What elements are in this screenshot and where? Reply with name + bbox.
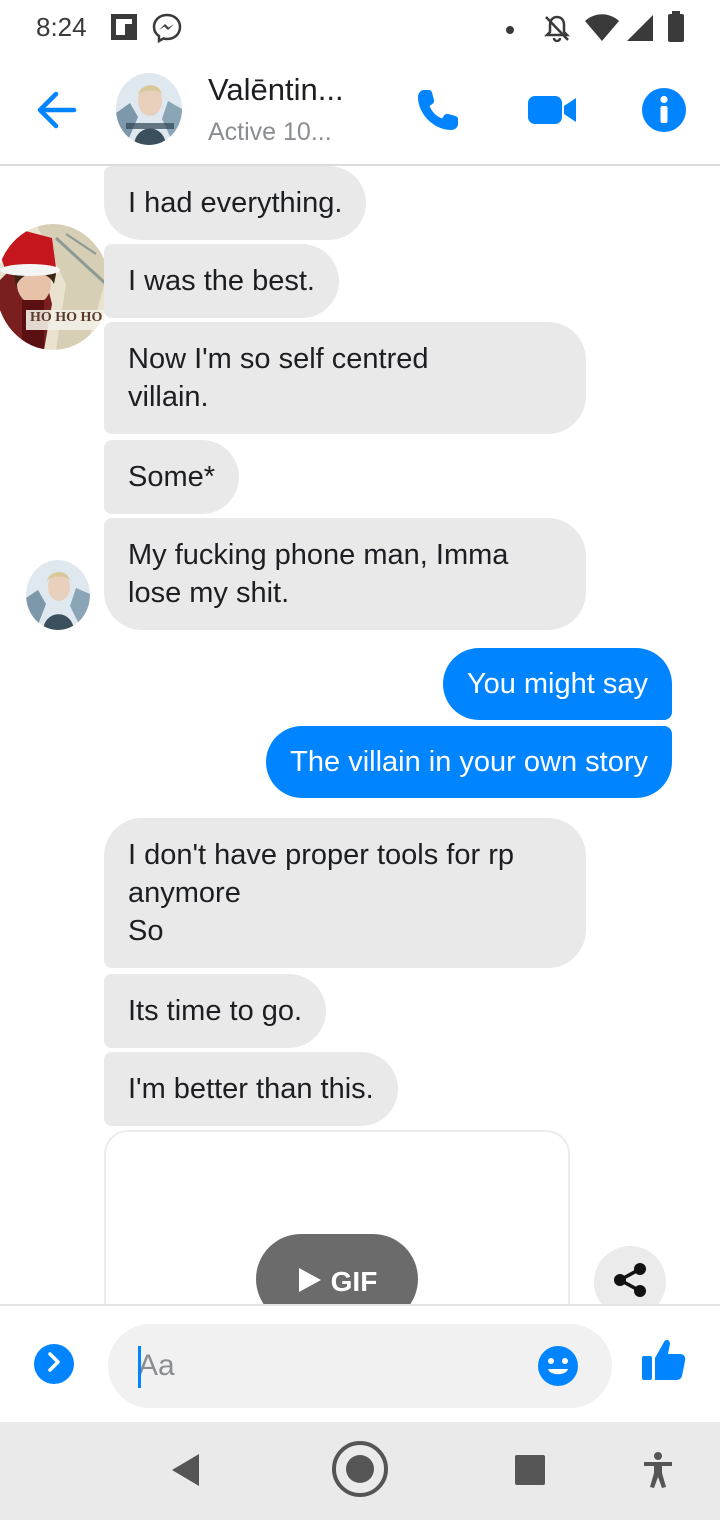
contact-name[interactable]: Valēntin... (208, 72, 368, 108)
conversation-info-button[interactable] (634, 82, 694, 142)
nav-home-button[interactable] (328, 1439, 392, 1503)
accessibility-icon (641, 1451, 675, 1494)
notifications-off-icon (542, 13, 572, 48)
message-input-container[interactable] (108, 1324, 612, 1408)
message-bubble-incoming[interactable]: I was the best. (104, 244, 339, 318)
share-icon (611, 1261, 649, 1304)
message-composer (0, 1304, 720, 1422)
sender-avatar-large[interactable]: HO HO HO (0, 224, 110, 350)
emoji-button[interactable] (536, 1344, 580, 1388)
message-bubble-incoming[interactable]: Its time to go. (104, 974, 327, 1048)
message-bubble-incoming[interactable]: I'm better than this. (104, 1052, 398, 1126)
contact-active-status: Active 10... (208, 118, 332, 146)
nav-back-button[interactable] (156, 1444, 216, 1500)
avatar-overlay-text: HO HO HO (30, 310, 103, 325)
back-button[interactable] (28, 84, 84, 140)
gif-label: GIF (330, 1266, 378, 1297)
back-arrow-icon (34, 90, 78, 135)
flipboard-icon (110, 13, 138, 46)
system-navigation-bar (0, 1422, 720, 1520)
battery-icon (667, 11, 685, 48)
emoji-icon (536, 1346, 580, 1392)
accessibility-button[interactable] (628, 1444, 688, 1500)
messenger-icon (152, 13, 182, 48)
status-time: 8:24 (36, 12, 87, 42)
gif-play-button[interactable]: GIF (256, 1234, 418, 1304)
back-triangle-icon (169, 1452, 203, 1493)
nav-recents-button[interactable] (500, 1444, 560, 1500)
play-icon (297, 1266, 323, 1301)
conversation-header: Valēntin... Active 10... (0, 56, 720, 166)
share-button[interactable] (594, 1246, 666, 1304)
chevron-right-icon (44, 1351, 64, 1378)
contact-avatar[interactable] (116, 73, 182, 145)
signal-icon (626, 13, 654, 48)
status-bar: 8:24 (0, 0, 720, 56)
dot-icon (505, 22, 515, 40)
message-input[interactable] (138, 1324, 518, 1408)
sender-avatar-small[interactable] (26, 560, 90, 630)
info-icon (641, 87, 687, 138)
message-bubble-incoming[interactable]: I don't have proper tools for rp anymore… (104, 818, 586, 968)
voice-call-button[interactable] (408, 82, 468, 142)
message-bubble-incoming[interactable]: Now I'm so self centred villain. (104, 322, 586, 434)
message-bubble-incoming[interactable]: I had everything. (104, 166, 367, 240)
message-bubble-incoming[interactable]: Some* (104, 440, 240, 514)
like-button[interactable] (640, 1336, 690, 1386)
message-bubble-outgoing[interactable]: The villain in your own story (266, 726, 672, 798)
expand-actions-button[interactable] (34, 1344, 74, 1384)
recents-square-icon (514, 1454, 546, 1491)
phone-icon (414, 86, 462, 139)
text-caret (138, 1346, 141, 1388)
message-list[interactable]: I had everything. HO HO HO I was the bes… (0, 166, 720, 1304)
video-icon (526, 92, 578, 133)
thumbs-up-icon (640, 1339, 688, 1388)
wifi-icon (584, 13, 620, 48)
video-call-button[interactable] (522, 82, 582, 142)
message-bubble-incoming[interactable]: My fucking phone man, Imma lose my shit. (104, 518, 586, 630)
home-circle-icon (330, 1439, 390, 1504)
message-bubble-outgoing[interactable]: You might say (442, 648, 672, 720)
